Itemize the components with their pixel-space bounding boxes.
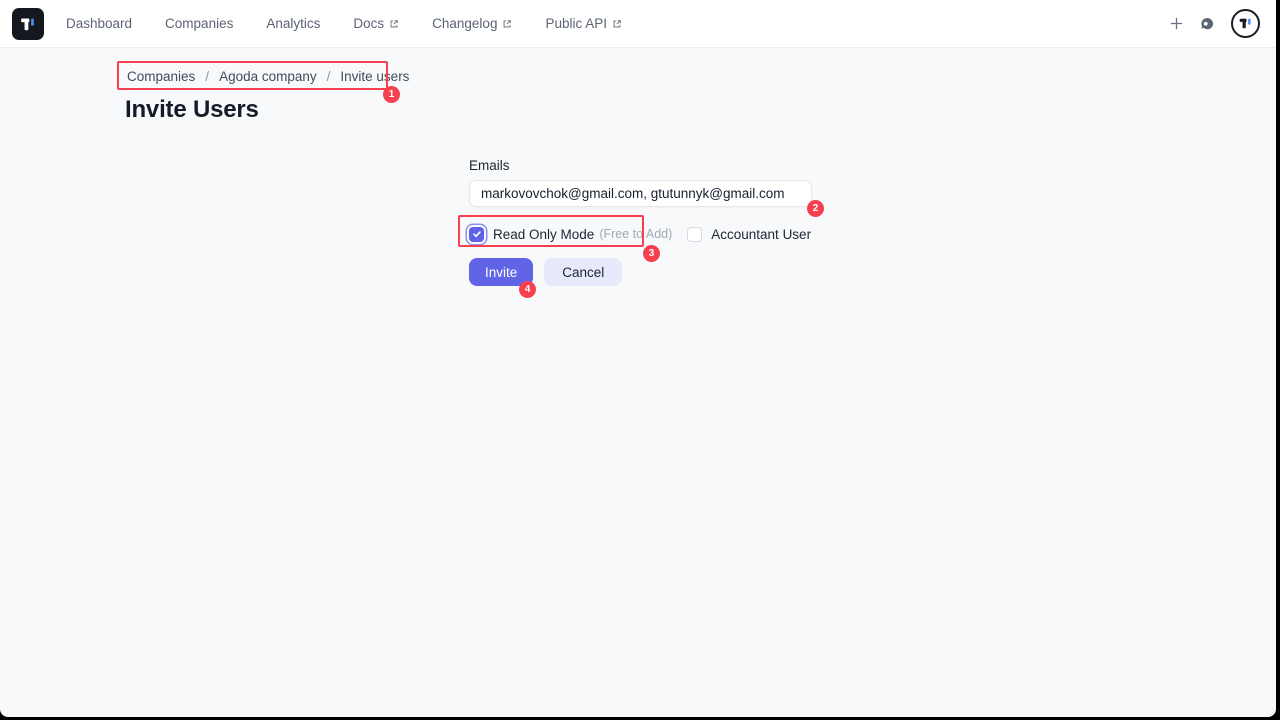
cancel-button[interactable]: Cancel xyxy=(544,258,623,286)
nav-actions xyxy=(1170,9,1264,38)
nav-item-changelog[interactable]: Changelog xyxy=(432,16,512,31)
top-nav: Dashboard Companies Analytics Docs Chang… xyxy=(0,0,1276,48)
emails-label: Emails xyxy=(469,158,510,173)
checkmark-icon xyxy=(472,231,481,238)
nav-item-label: Docs xyxy=(353,16,385,31)
nav-item-docs[interactable]: Docs xyxy=(353,16,399,31)
accountant-user-label[interactable]: Accountant User xyxy=(711,227,811,242)
nav-item-label: Public API xyxy=(545,16,607,31)
add-button[interactable] xyxy=(1170,17,1183,30)
avatar-t-icon xyxy=(1239,18,1251,29)
app-window: Dashboard Companies Analytics Docs Chang… xyxy=(0,0,1276,717)
nav-item-analytics[interactable]: Analytics xyxy=(266,16,320,31)
read-only-mode-hint: (Free to Add) xyxy=(599,227,673,241)
breadcrumb-invite-users[interactable]: Invite users xyxy=(340,69,409,84)
brand-t-icon xyxy=(21,18,34,30)
invite-users-form: Emails Read Only Mode (Free to Add) Acco… xyxy=(469,158,812,286)
read-only-mode-label[interactable]: Read Only Mode xyxy=(493,227,594,242)
breadcrumb-separator: / xyxy=(326,69,331,84)
nav-item-public-api[interactable]: Public API xyxy=(545,16,622,31)
external-link-icon xyxy=(613,19,621,27)
breadcrumb-separator: / xyxy=(205,69,210,84)
nav-item-dashboard[interactable]: Dashboard xyxy=(66,16,132,31)
nav-item-label: Dashboard xyxy=(66,16,133,31)
breadcrumb: Companies / Agoda company / Invite users xyxy=(127,69,1276,84)
nav-item-companies[interactable]: Companies xyxy=(165,16,233,31)
nav-item-label: Changelog xyxy=(432,16,498,31)
invite-button[interactable]: Invite xyxy=(469,258,534,286)
read-only-mode-checkbox[interactable] xyxy=(469,226,484,242)
nav-menu: Dashboard Companies Analytics Docs Chang… xyxy=(66,16,622,31)
support-button[interactable] xyxy=(1198,15,1216,33)
accountant-user-checkbox[interactable] xyxy=(687,226,703,242)
form-buttons: Invite Cancel xyxy=(469,258,812,286)
emails-input[interactable] xyxy=(469,180,812,207)
external-link-icon xyxy=(390,19,399,27)
plus-icon xyxy=(1170,17,1183,30)
nav-item-label: Analytics xyxy=(266,16,321,31)
page-title: Invite Users xyxy=(125,96,259,123)
nav-item-label: Companies xyxy=(165,16,234,31)
checkbox-row: Read Only Mode (Free to Add) Accountant … xyxy=(469,226,812,242)
user-avatar[interactable] xyxy=(1231,9,1260,38)
breadcrumb-companies[interactable]: Companies xyxy=(127,69,195,84)
breadcrumb-agoda-company[interactable]: Agoda company xyxy=(219,69,317,84)
support-chat-icon xyxy=(1201,17,1214,29)
brand-logo[interactable] xyxy=(12,7,44,40)
external-link-icon xyxy=(503,19,512,27)
